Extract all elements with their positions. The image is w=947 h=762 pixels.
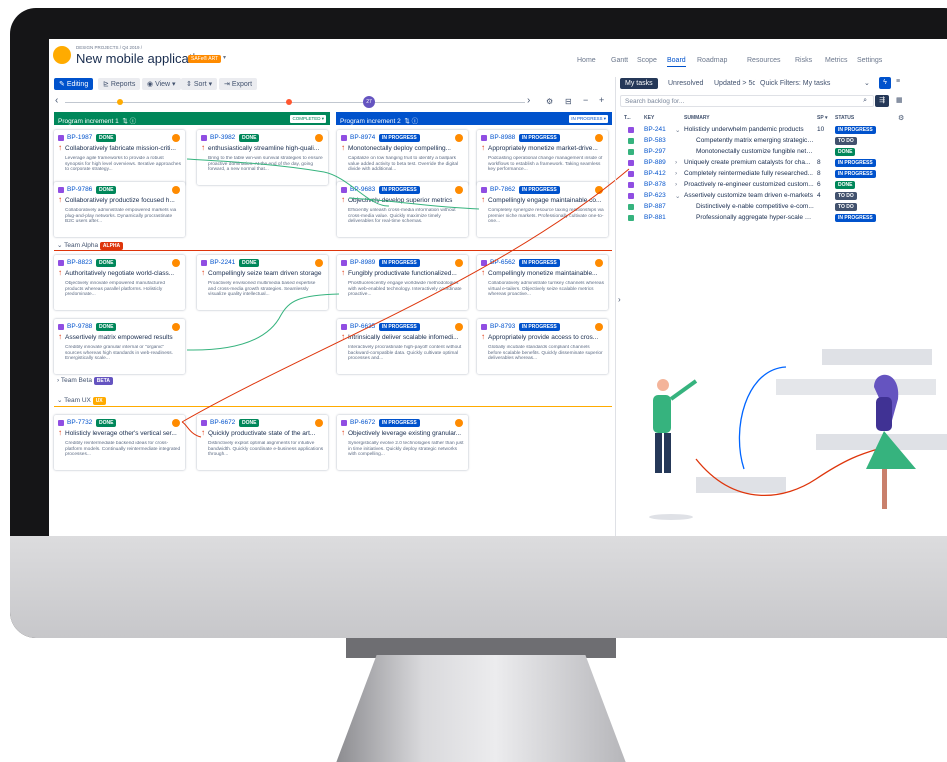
row-story-points: 6 [817,181,821,188]
row-key[interactable]: BP-297 [644,148,666,155]
chevron-right-icon[interactable]: › [675,159,677,166]
row-status-badge[interactable]: TO DO [835,192,857,200]
story-icon [628,138,634,144]
row-summary[interactable]: Distinctively e-nable competitive e-com.… [696,203,814,210]
chevron-down-icon[interactable]: ⌄ [675,126,680,134]
app-screen: DESIGN PROJECTS / Q4 2019 / New mobile a… [49,39,947,536]
backlog-row[interactable]: BP-583 Competently matrix emerging strate… [620,136,945,147]
backlog-row[interactable]: BP-878 Proactively re-engineer customized… [620,180,945,191]
row-status-badge[interactable]: DONE [835,148,856,156]
row-status-badge[interactable]: IN PROGRESS [835,170,876,178]
row-summary[interactable]: Monotonectally customize fungible netwo.… [696,148,814,155]
row-status-badge[interactable]: IN PROGRESS [835,126,876,134]
search-icon[interactable]: ⌕ [863,97,867,105]
backlog-row[interactable]: BP-887 Distinctively e-nable competitive … [620,202,945,213]
row-key[interactable]: BP-878 [644,181,666,188]
row-status-badge[interactable]: IN PROGRESS [835,214,876,222]
col-status[interactable]: STATUS [835,115,854,121]
quick-filter-chevron-icon[interactable]: ⌄ [864,79,870,87]
calendar-icon[interactable]: ▦ [896,96,903,104]
story-icon [628,215,634,221]
row-key[interactable]: BP-412 [644,170,666,177]
col-key[interactable]: KEY [644,115,654,121]
backlog-row[interactable]: BP-889 Uniquely create premium catalysts … [620,158,945,169]
row-summary[interactable]: Completely reintermediate fully research… [684,170,814,177]
row-summary[interactable]: Uniquely create premium catalysts for ch… [684,159,814,166]
row-summary[interactable]: Competently matrix emerging strategic th… [696,137,814,144]
backlog-row[interactable]: BP-412 Completely reintermediate fully re… [620,169,945,180]
dependency-line [181,168,630,423]
row-summary[interactable]: Assertively customize team driven e-mark… [684,192,814,199]
col-type[interactable]: T... [624,115,631,121]
row-status-badge[interactable]: DONE [835,181,856,189]
backlog-row[interactable]: BP-297 Monotonectally customize fungible … [620,147,945,158]
tab-updated[interactable]: Updated > 5d [709,78,762,89]
chevron-right-icon[interactable]: › [675,181,677,188]
dependency-line [323,171,390,207]
story-icon [628,204,634,210]
row-summary[interactable]: Professionally aggregate hyper-scale met… [696,214,814,221]
backlog-row[interactable]: BP-881 Professionally aggregate hyper-sca… [620,213,945,224]
chevron-right-icon[interactable]: › [675,170,677,177]
row-key[interactable]: BP-241 [644,126,666,133]
story-icon [628,149,634,155]
lightning-icon[interactable]: ϟ [879,77,891,89]
row-key[interactable]: BP-887 [644,203,666,210]
row-status-badge[interactable]: IN PROGRESS [835,159,876,167]
epic-icon [628,193,634,199]
row-key[interactable]: BP-881 [644,214,666,221]
epic-icon [628,127,634,133]
row-story-points: 8 [817,159,821,166]
search-input[interactable]: Search backlog for... ⌕ [620,95,874,107]
epic-icon [628,171,634,177]
row-key[interactable]: BP-623 [644,192,666,199]
chevron-down-icon[interactable]: ⌄ [675,192,680,200]
row-story-points: 10 [817,126,825,133]
row-summary[interactable]: Holisticly underwhelm pandemic products [684,126,814,133]
col-sp[interactable]: SP ▾ [817,115,828,121]
filter-icon[interactable]: ⇶ [875,95,889,107]
tab-my-tasks[interactable]: My tasks [620,78,658,89]
row-status-badge[interactable]: TO DO [835,203,857,211]
col-summary[interactable]: SUMMARY [684,115,710,121]
dependency-line [181,421,202,438]
tab-quick-filters[interactable]: Quick Filters: My tasks [755,78,836,89]
row-story-points: 4 [817,192,821,199]
row-story-points: 8 [817,170,821,177]
tab-unresolved[interactable]: Unresolved [663,78,709,89]
row-status-badge[interactable]: TO DO [835,137,857,145]
epic-icon [628,182,634,188]
dependency-line [186,293,340,351]
dependency-line [348,197,480,210]
row-key[interactable]: BP-889 [644,159,666,166]
dependency-line [186,158,325,173]
monitor-chin [10,536,947,638]
table-settings-icon[interactable]: ⚙ [898,114,904,122]
backlog-row[interactable]: BP-623 Assertively customize team driven … [620,191,945,202]
row-summary[interactable]: Proactively re-engineer customized custo… [684,181,814,188]
monitor-stand [336,655,626,762]
backlog-row[interactable]: BP-241 Holisticly underwhelm pandemic pro… [620,125,945,136]
expand-panel-icon[interactable]: › [618,295,621,304]
illustration [649,349,947,520]
row-key[interactable]: BP-583 [644,137,666,144]
menu-icon[interactable]: ≡ [896,78,900,85]
epic-icon [628,160,634,166]
